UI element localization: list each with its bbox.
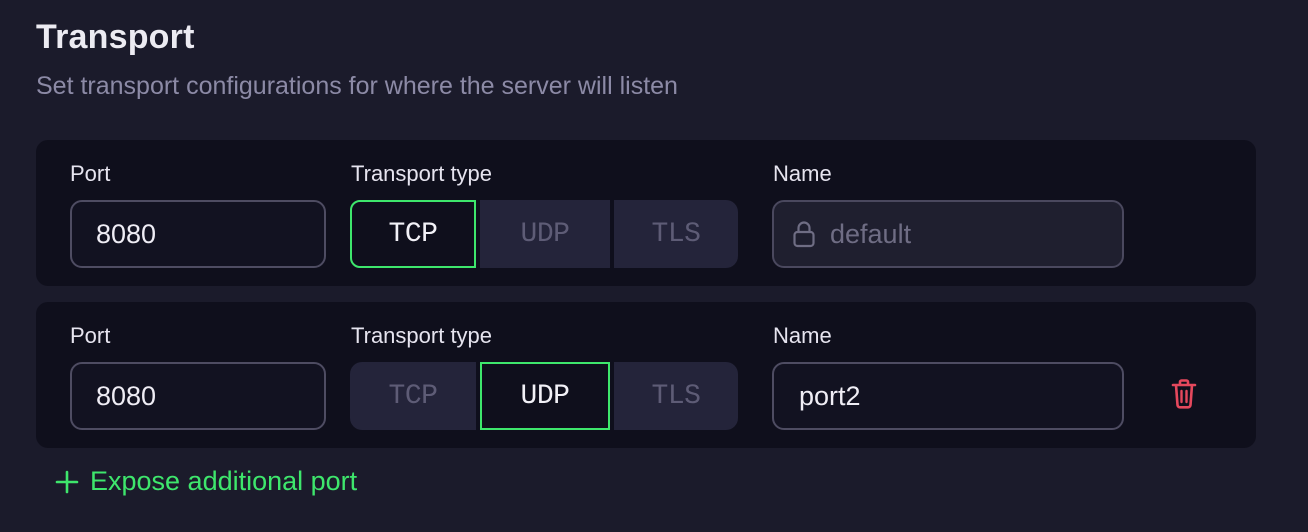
- transport-type-udp-option[interactable]: UDP: [480, 200, 610, 268]
- name-value: default: [830, 218, 912, 249]
- section-subtitle: Set transport configurations for where t…: [36, 72, 678, 100]
- transport-type-tls-option[interactable]: TLS: [614, 362, 738, 430]
- transport-type-udp-option[interactable]: UDP: [480, 362, 610, 430]
- transport-type-selector: TCP UDP TLS: [350, 200, 738, 268]
- port-input[interactable]: 8080: [70, 362, 326, 430]
- port-input[interactable]: 8080: [70, 200, 326, 268]
- port-value: 8080: [96, 218, 157, 249]
- transport-card: Port 8080 Transport type TCP UDP TLS Nam…: [36, 302, 1256, 448]
- port-label: Port: [70, 161, 111, 186]
- transport-type-selector: TCP UDP TLS: [350, 362, 738, 430]
- port-value: 8080: [96, 380, 157, 411]
- lock-icon: [792, 219, 818, 249]
- name-label: Name: [773, 323, 832, 348]
- expose-additional-port-label: Expose additional port: [90, 466, 358, 496]
- plus-icon: [54, 469, 80, 495]
- transport-card: Port 8080 Transport type TCP UDP TLS Nam…: [36, 140, 1256, 286]
- port-label: Port: [70, 323, 111, 348]
- section-title: Transport: [36, 18, 195, 56]
- transport-type-tcp-option[interactable]: TCP: [350, 362, 476, 430]
- transport-type-label: Transport type: [351, 161, 493, 186]
- name-label: Name: [773, 161, 832, 186]
- transport-type-tls-option[interactable]: TLS: [614, 200, 738, 268]
- name-input[interactable]: port2: [772, 362, 1124, 430]
- trash-icon: [1170, 378, 1198, 415]
- expose-additional-port-button[interactable]: Expose additional port: [54, 466, 357, 497]
- transport-type-tcp-option[interactable]: TCP: [350, 200, 476, 268]
- delete-transport-button[interactable]: [1166, 378, 1202, 414]
- name-input-locked: default: [772, 200, 1124, 268]
- name-value: port2: [799, 380, 861, 411]
- transport-type-label: Transport type: [351, 323, 493, 348]
